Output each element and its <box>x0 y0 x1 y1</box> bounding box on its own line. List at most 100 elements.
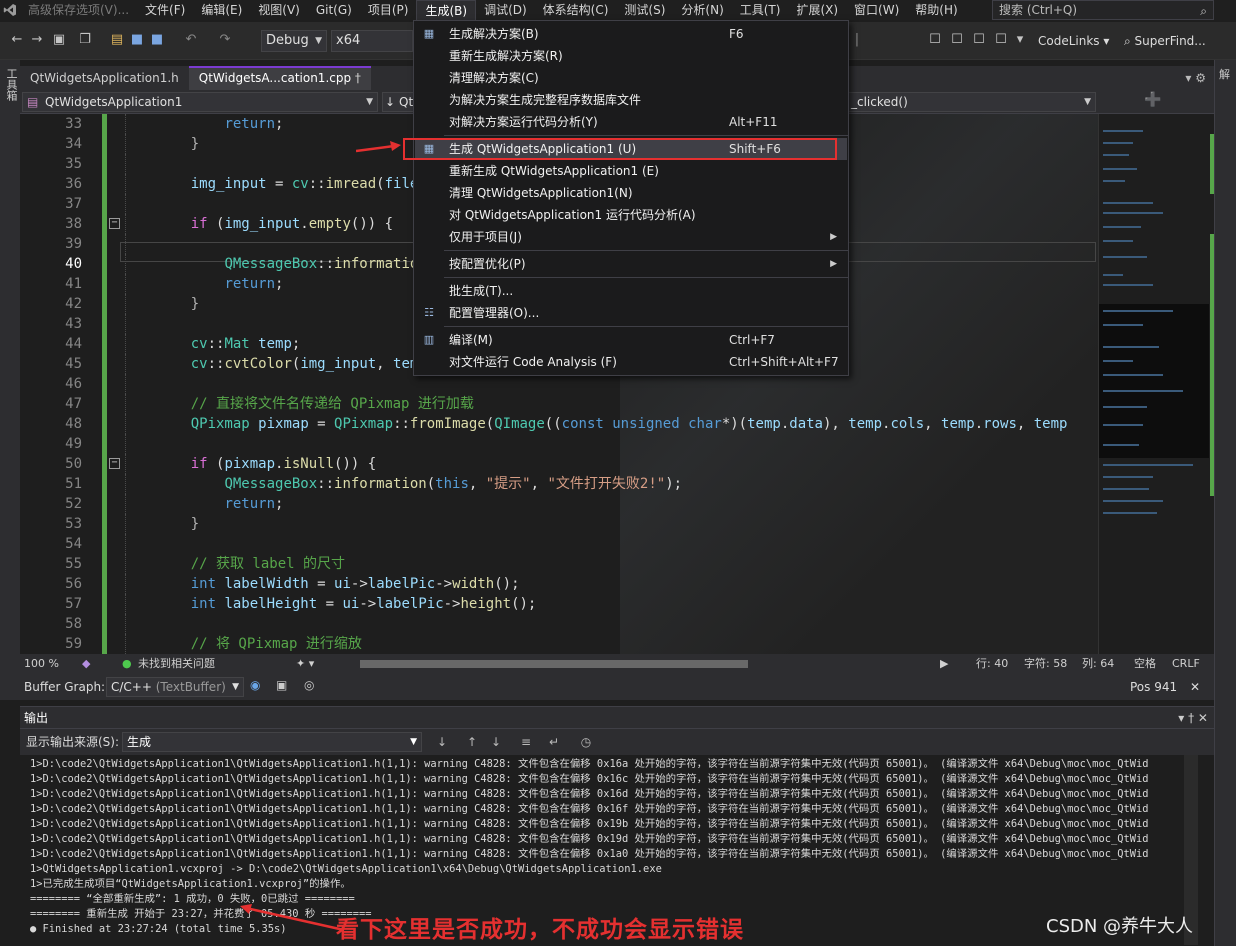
graph-refresh-icon[interactable]: ◎ <box>304 678 314 692</box>
build-menu-item-0[interactable]: ▦ 生成解决方案(B) F6 <box>415 23 847 45</box>
code-line[interactable]: return; <box>157 274 283 294</box>
tab-overflow-icon[interactable]: ▾ ⚙ <box>1185 66 1206 90</box>
code-line[interactable]: } <box>157 134 199 154</box>
new-project-icon[interactable]: ▣ <box>52 30 66 50</box>
toolbox-tab[interactable]: 工具箱 <box>3 68 19 101</box>
build-menu-item-9[interactable]: 仅用于项目(J) ▶ <box>415 226 847 248</box>
code-line[interactable]: QPixmap pixmap = QPixmap::fromImage(QIma… <box>157 414 1068 434</box>
menu-6[interactable]: 生成(B) <box>416 0 477 20</box>
build-menu-item-4[interactable]: 对解决方案运行代码分析(Y) Alt+F11 <box>415 111 847 133</box>
whitespace-status[interactable]: 空格 <box>1134 654 1156 674</box>
code-line[interactable]: int labelHeight = ui->labelPic->height()… <box>157 594 537 614</box>
code-line[interactable]: int labelWidth = ui->labelPic->width(); <box>157 574 520 594</box>
build-menu-item-1[interactable]: 重新生成解决方案(R) <box>415 45 847 67</box>
code-line[interactable]: } <box>157 514 199 534</box>
horizontal-scrollbar[interactable] <box>360 660 748 668</box>
clear-all-icon[interactable]: ≡ <box>518 734 534 750</box>
build-menu-item-12[interactable]: ☷ 配置管理器(O)... <box>415 302 847 324</box>
menu-14[interactable]: 帮助(H) <box>907 0 965 20</box>
next-message-icon[interactable]: ↓ <box>488 734 504 750</box>
code-line[interactable]: QMessageBox::information( <box>157 254 435 274</box>
menu-2[interactable]: 编辑(E) <box>193 0 250 20</box>
copilot-icon[interactable]: ◆ <box>82 654 90 674</box>
code-line[interactable]: return; <box>157 494 283 514</box>
build-menu-item-10[interactable]: 按配置优化(P) ▶ <box>415 253 847 275</box>
build-menu-item-8[interactable]: 对 QtWidgetsApplication1 运行代码分析(A) <box>415 204 847 226</box>
build-menu-item-14[interactable]: 对文件运行 Code Analysis (F) Ctrl+Shift+Alt+F7 <box>415 351 847 373</box>
minimap-viewport[interactable] <box>1099 304 1209 458</box>
global-search-input[interactable]: 搜索 (Ctrl+Q) ⌕ <box>992 0 1214 20</box>
menu-13[interactable]: 窗口(W) <box>846 0 907 20</box>
build-menu-item-13[interactable]: ▥ 编译(M) Ctrl+F7 <box>415 329 847 351</box>
bookmark-icon[interactable]: ☐ <box>928 30 942 50</box>
timestamp-icon[interactable]: ◷ <box>578 734 594 750</box>
superfind-button[interactable]: ⌕ SuperFind... <box>1124 30 1206 52</box>
code-line[interactable]: // 将 QPixmap 进行缩放 <box>157 634 362 654</box>
find-message-icon[interactable]: ↓ <box>434 734 450 750</box>
solution-configuration-select[interactable]: Debug ▼ <box>261 30 327 52</box>
code-line[interactable]: cv::cvtColor(img_input, temp, <box>157 354 435 374</box>
solution-platform-select[interactable]: x64 <box>331 30 413 52</box>
code-cleanup-icon[interactable]: ✦ ▾ <box>296 654 314 674</box>
toolbar-options-icon[interactable]: ▾ <box>1014 30 1026 50</box>
scope-select[interactable]: ▤ QtWidgetsApplication1 ▼ <box>22 92 378 112</box>
prev-message-icon[interactable]: ↑ <box>464 734 480 750</box>
menu-7[interactable]: 调试(D) <box>476 0 535 20</box>
fold-toggle-icon[interactable]: − <box>109 218 120 229</box>
graph-icon[interactable]: ◉ <box>250 678 260 692</box>
menu-4[interactable]: Git(G) <box>308 0 360 20</box>
bookmark-next-icon[interactable]: ☐ <box>972 30 986 50</box>
close-icon[interactable]: ✕ <box>1190 674 1200 700</box>
code-line[interactable]: return; <box>157 114 283 134</box>
code-line[interactable]: cv::Mat temp; <box>157 334 301 354</box>
solution-explorer-tab[interactable]: 解 <box>1219 66 1232 82</box>
menu-10[interactable]: 分析(N) <box>673 0 731 20</box>
zoom-level[interactable]: 100 % <box>24 654 59 674</box>
navigate-forward-icon[interactable]: → <box>30 30 44 50</box>
toolbar-overflow-icon[interactable]: | <box>852 30 862 50</box>
save-icon[interactable]: ■ <box>130 30 144 50</box>
code-line[interactable]: img_input = cv::imread(filena <box>157 174 435 194</box>
build-menu-item-6[interactable]: 重新生成 QtWidgetsApplication1 (E) <box>415 160 847 182</box>
code-line[interactable]: if (pixmap.isNull()) { <box>157 454 376 474</box>
code-line[interactable]: QMessageBox::information(this, "提示", "文件… <box>157 474 682 494</box>
code-line[interactable]: // 直接将文件名传递给 QPixmap 进行加载 <box>157 394 474 414</box>
new-item-icon[interactable]: ❐ <box>78 30 92 50</box>
menu-8[interactable]: 体系结构(C) <box>535 0 617 20</box>
build-menu-item-2[interactable]: 清理解决方案(C) <box>415 67 847 89</box>
codelinks-button[interactable]: CodeLinks ▾ <box>1038 30 1109 52</box>
tab-header-file[interactable]: QtWidgetsApplication1.h <box>20 66 189 90</box>
panel-controls[interactable]: ▾ † ✕ <box>1178 707 1208 729</box>
navigate-back-icon[interactable]: ← <box>8 30 26 50</box>
build-menu-item-3[interactable]: 为解决方案生成完整程序数据库文件 <box>415 89 847 111</box>
build-menu-item-11[interactable]: 批生成(T)... <box>415 280 847 302</box>
menu-0[interactable]: 高级保存选项(V)... <box>20 0 137 20</box>
menu-5[interactable]: 项目(P) <box>360 0 417 20</box>
function-select[interactable]: _clicked() ▼ <box>846 92 1096 112</box>
menu-3[interactable]: 视图(V) <box>250 0 308 20</box>
output-source-select[interactable]: 生成 ▼ <box>122 732 422 752</box>
menu-1[interactable]: 文件(F) <box>137 0 193 20</box>
scroll-right-icon[interactable]: ▶ <box>940 654 948 674</box>
open-folder-icon[interactable]: ▤ <box>110 30 124 50</box>
word-wrap-icon[interactable]: ↵ <box>546 734 562 750</box>
bookmark-clear-icon[interactable]: ☐ <box>994 30 1008 50</box>
menu-9[interactable]: 测试(S) <box>616 0 673 20</box>
bookmark-prev-icon[interactable]: ☐ <box>950 30 964 50</box>
menu-12[interactable]: 扩展(X) <box>788 0 846 20</box>
buffer-graph-select[interactable]: C/C++ (TextBuffer) ▼ <box>106 677 244 697</box>
menu-11[interactable]: 工具(T) <box>732 0 789 20</box>
undo-icon[interactable]: ↶ <box>184 30 198 50</box>
pin-icon[interactable]: † <box>355 71 361 85</box>
redo-icon[interactable]: ↷ <box>218 30 232 50</box>
code-line[interactable]: // 获取 label 的尺寸 <box>157 554 345 574</box>
fold-toggle-icon[interactable]: − <box>109 458 120 469</box>
graph-copy-icon[interactable]: ▣ <box>276 678 287 692</box>
code-line[interactable]: if (img_input.empty()) { <box>157 214 393 234</box>
build-menu-item-7[interactable]: 清理 QtWidgetsApplication1(N) <box>415 182 847 204</box>
eol-status[interactable]: CRLF <box>1172 654 1200 674</box>
member-select[interactable]: ↓ Qt <box>382 92 416 112</box>
code-line[interactable]: } <box>157 294 199 314</box>
issues-status[interactable]: 未找到相关问题 <box>138 654 215 674</box>
code-minimap[interactable] <box>1098 114 1214 654</box>
